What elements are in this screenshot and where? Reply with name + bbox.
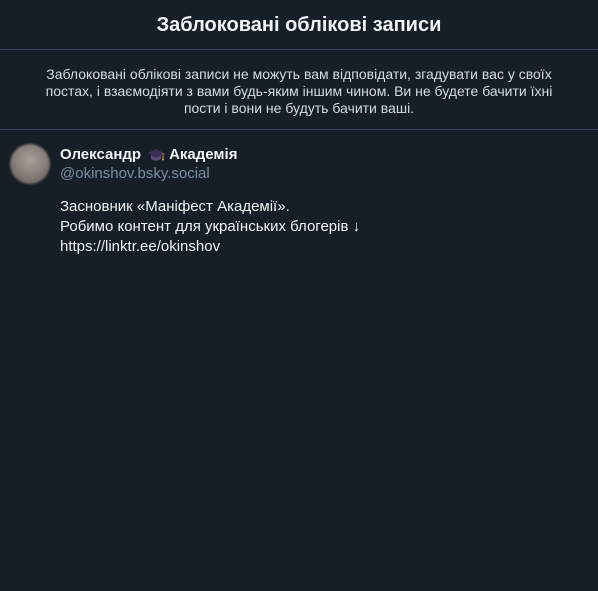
display-name: Олександр Академія — [60, 145, 588, 165]
avatar[interactable] — [10, 144, 50, 184]
blocked-account-item[interactable]: Олександр Академія @okinshov.bsky.social… — [0, 130, 598, 257]
header: Заблоковані облікові записи — [0, 0, 598, 50]
display-name-second: Академія — [169, 146, 238, 163]
graduation-cap-icon — [147, 147, 165, 163]
bio-link[interactable]: https://linktr.ee/okinshov — [60, 237, 588, 257]
account-handle: @okinshov.bsky.social — [60, 165, 210, 182]
blocked-accounts-description: Заблоковані облікові записи не можуть ва… — [0, 50, 598, 130]
bio-line: Робимо контент для українських блогерів … — [60, 218, 361, 235]
account-info: Олександр Академія @okinshov.bsky.social… — [60, 142, 588, 257]
display-name-first: Олександр — [60, 146, 142, 163]
page-title: Заблоковані облікові записи — [156, 14, 442, 36]
bio-line: Засновник «Маніфест Академії». — [60, 198, 290, 215]
account-bio: Засновник «Маніфест Академії». Робимо ко… — [60, 197, 588, 257]
blocked-accounts-page: Заблоковані облікові записи Заблоковані … — [0, 0, 598, 591]
